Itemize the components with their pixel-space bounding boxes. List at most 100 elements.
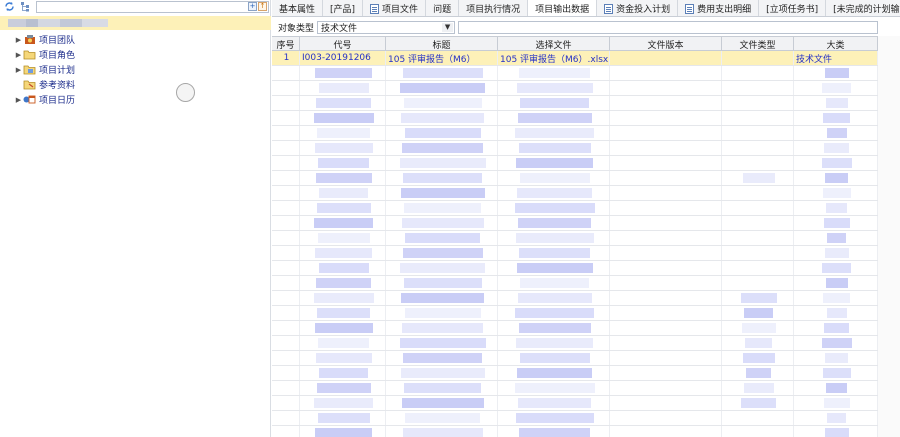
pixelated-mask: [316, 383, 371, 393]
expand-arrow-icon[interactable]: ▶: [14, 96, 23, 104]
redacted-cell: [722, 396, 794, 410]
tree-item-label: 项目日历: [39, 96, 76, 106]
redacted-cell: [610, 231, 722, 245]
redacted-cell: [386, 216, 498, 230]
cell-file[interactable]: 105 评审报告（M6）.xlsx: [498, 51, 610, 65]
redacted-cell: [610, 411, 722, 425]
redacted-cell: [300, 171, 386, 185]
redacted-row: [272, 186, 878, 201]
redacted-cell: [722, 336, 794, 350]
navigation-panel: + ↑ ▶ 项目团队 ▶ 项目角色 ▶ 项目计划 参考资料 ▶ 项目日历: [0, 0, 271, 437]
tree-root-node[interactable]: [0, 16, 271, 30]
table-row[interactable]: 1 I003-20191206 105 评审报告（M6） 105 评审报告（M6…: [272, 51, 878, 66]
content-panel: 基本属性 [产品] 项目文件 问题 项目执行情况 项目输出数据 资金投入计划 费…: [272, 0, 900, 437]
expand-arrow-icon[interactable]: ▶: [14, 66, 23, 74]
pixelated-mask: [399, 158, 486, 168]
tab-label: 基本属性: [279, 5, 316, 15]
tab-product[interactable]: [产品]: [323, 0, 364, 16]
tree-item-project-calendar[interactable]: ▶ 项目日历: [14, 93, 76, 107]
redacted-cell: [722, 96, 794, 110]
pixelated-mask: [517, 368, 592, 378]
column-header-category[interactable]: 大类: [794, 37, 878, 51]
tree-search-input[interactable]: + ↑: [36, 1, 269, 13]
redacted-cell: [300, 246, 386, 260]
redacted-cell: [794, 156, 878, 170]
tree-item-project-roles[interactable]: ▶ 项目角色: [14, 48, 75, 62]
redacted-cell: [498, 336, 610, 350]
redacted-row: [272, 111, 878, 126]
column-header-file[interactable]: 选择文件: [498, 37, 610, 51]
redacted-cell: [498, 141, 610, 155]
search-buttons: + ↑: [248, 2, 267, 12]
redacted-cell: [300, 291, 386, 305]
dropdown-arrow-icon[interactable]: ▼: [442, 22, 454, 32]
expand-arrow-icon[interactable]: ▶: [14, 36, 23, 44]
column-header-file-type[interactable]: 文件类型: [722, 37, 794, 51]
redacted-rows: [272, 66, 878, 437]
redacted-cell: [794, 96, 878, 110]
pixelated-mask: [316, 98, 371, 108]
tab-output-data[interactable]: 项目输出数据: [528, 0, 598, 16]
tab-execution-status[interactable]: 项目执行情况: [459, 0, 529, 16]
pixelated-mask: [827, 233, 846, 243]
column-header-index[interactable]: 序号: [272, 37, 300, 51]
redacted-cell: [300, 126, 386, 140]
redacted-row: [272, 396, 878, 411]
tab-basic-properties[interactable]: 基本属性: [272, 0, 324, 16]
tree-item-reference[interactable]: 参考资料: [14, 78, 75, 91]
pixelated-mask: [825, 353, 848, 363]
pixelated-mask: [319, 368, 368, 378]
column-header-title[interactable]: 标题: [386, 37, 498, 51]
tab-label: [立项任务书]: [766, 5, 819, 15]
tab-unfinished-plan[interactable]: [未完成的计划输: [826, 0, 900, 16]
pixelated-mask: [741, 323, 776, 333]
redacted-cell: [722, 411, 794, 425]
pixelated-mask: [314, 398, 373, 408]
redacted-cell: [794, 81, 878, 95]
tab-task-book[interactable]: [立项任务书]: [759, 0, 827, 16]
tab-issues[interactable]: 问题: [426, 0, 460, 16]
expand-arrow-icon[interactable]: ▶: [14, 51, 23, 59]
refresh-icon[interactable]: [4, 1, 15, 12]
redacted-cell: [794, 111, 878, 125]
tree-toggle-icon[interactable]: [20, 1, 31, 12]
pixelated-mask: [404, 203, 481, 213]
pixelated-mask: [518, 323, 591, 333]
pixelated-mask: [313, 113, 374, 123]
pixelated-mask: [821, 158, 852, 168]
redacted-cell: [386, 231, 498, 245]
tree-item-project-plan[interactable]: ▶ 项目计划: [14, 63, 75, 77]
pixelated-mask: [315, 173, 372, 183]
redacted-cell: [722, 246, 794, 260]
redacted-cell: [386, 81, 498, 95]
column-header-code[interactable]: 代号: [300, 37, 386, 51]
collapse-up-icon[interactable]: ↑: [258, 2, 267, 11]
pixelated-mask: [515, 233, 594, 243]
redacted-cell: [272, 396, 300, 410]
pixelated-mask: [519, 173, 590, 183]
tree-item-project-team[interactable]: ▶ 项目团队: [14, 33, 75, 46]
redacted-cell: [722, 231, 794, 245]
redacted-cell: [300, 336, 386, 350]
tab-label: 问题: [433, 5, 452, 15]
redacted-row: [272, 246, 878, 261]
tab-funding-plan[interactable]: 资金投入计划: [597, 0, 679, 16]
grid-scroll-area[interactable]: [878, 36, 900, 437]
expand-all-icon[interactable]: +: [248, 2, 257, 11]
pixelated-mask: [742, 353, 775, 363]
cell-title[interactable]: 105 评审报告（M6）: [386, 51, 498, 65]
pixelated-mask: [401, 293, 484, 303]
cell-code[interactable]: I003-20191206: [300, 51, 386, 65]
pixelated-mask: [740, 293, 777, 303]
filter-input[interactable]: [458, 20, 879, 34]
redacted-cell: [386, 171, 498, 185]
redacted-cell: [386, 126, 498, 140]
redacted-cell: [272, 366, 300, 380]
tab-expense-details[interactable]: 费用支出明细: [678, 0, 760, 16]
object-type-select[interactable]: 技术文件 ▼: [317, 20, 456, 34]
redacted-cell: [386, 201, 498, 215]
column-header-version[interactable]: 文件版本: [610, 37, 722, 51]
pixelated-mask: [318, 338, 369, 348]
redacted-row: [272, 411, 878, 426]
tab-project-files[interactable]: 项目文件: [363, 0, 427, 16]
